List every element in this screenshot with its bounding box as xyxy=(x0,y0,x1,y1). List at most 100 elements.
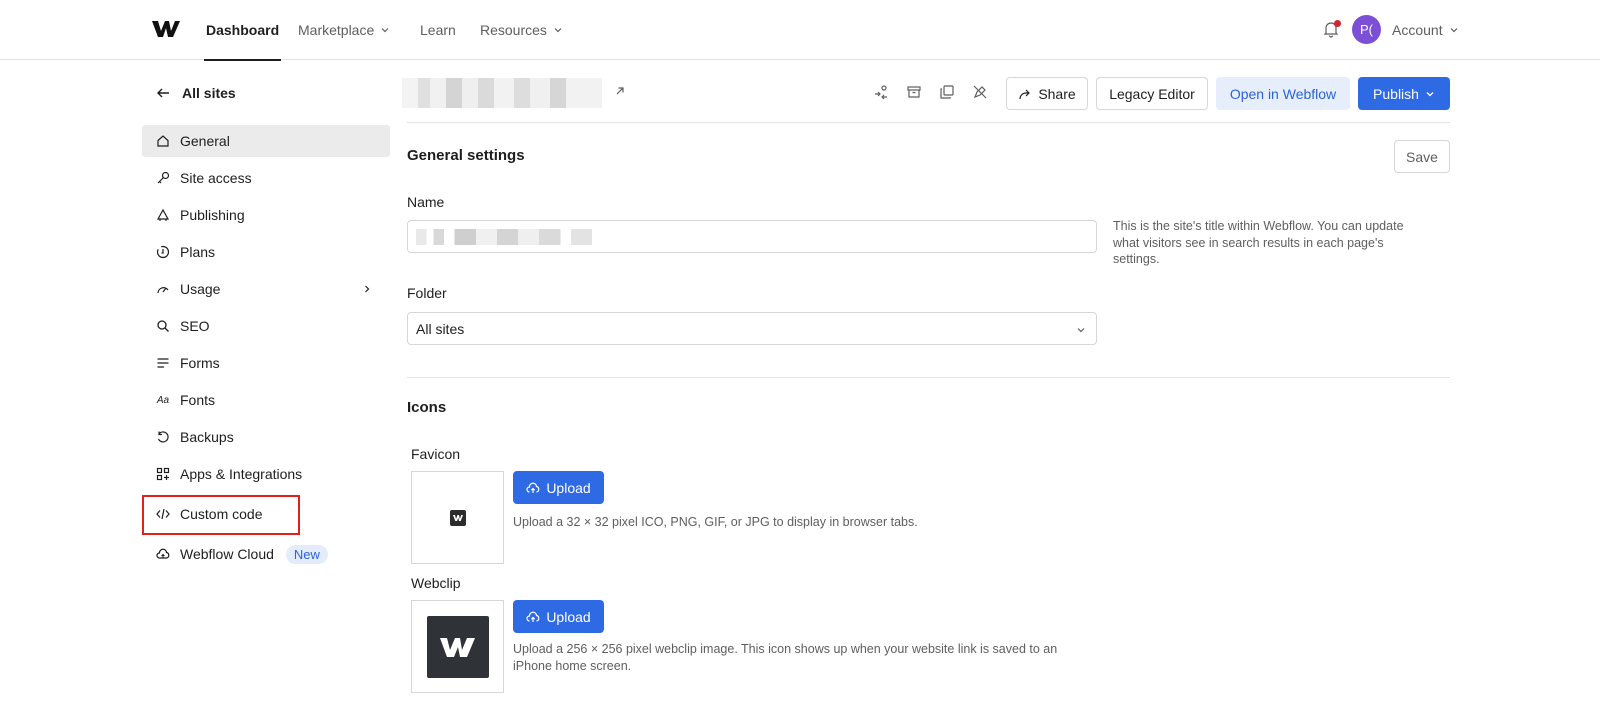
sidebar-item-fonts[interactable]: Aa Fonts xyxy=(142,384,390,416)
chevron-right-icon xyxy=(365,285,370,293)
apps-icon xyxy=(156,467,170,481)
all-sites-label: All sites xyxy=(182,85,236,101)
share-label: Share xyxy=(1038,85,1076,102)
backup-icon xyxy=(156,430,170,444)
sidebar-item-label: Forms xyxy=(180,355,220,371)
account-menu[interactable]: Account xyxy=(1392,0,1459,60)
notification-dot xyxy=(1334,20,1341,27)
cloud-publish-icon xyxy=(156,208,170,222)
webclip-preview xyxy=(411,600,504,693)
avatar[interactable]: P( xyxy=(1352,15,1381,44)
open-in-webflow-button[interactable]: Open in Webflow xyxy=(1216,77,1350,110)
name-field[interactable] xyxy=(407,220,1097,253)
upload-icon xyxy=(526,611,540,622)
sidebar-item-label: Backups xyxy=(180,429,234,445)
name-help-text: This is the site's title within Webflow.… xyxy=(1113,219,1404,266)
save-button[interactable]: Save xyxy=(1394,140,1450,173)
chevron-down-icon xyxy=(381,28,389,33)
share-icon xyxy=(1019,89,1031,99)
folder-select[interactable]: All sites xyxy=(407,312,1097,345)
sidebar-item-usage[interactable]: Usage xyxy=(142,273,390,305)
site-title-redacted xyxy=(402,78,602,108)
webflow-logo-icon xyxy=(440,638,475,657)
arrow-left-icon xyxy=(157,88,169,98)
section-divider xyxy=(407,377,1450,378)
upload-icon xyxy=(526,482,540,493)
webflow-logo-icon xyxy=(453,515,463,521)
share-button[interactable]: Share xyxy=(1006,77,1088,110)
folder-value: All sites xyxy=(416,320,465,337)
sidebar-item-forms[interactable]: Forms xyxy=(142,347,390,379)
favicon-image xyxy=(450,510,466,526)
favicon-upload-button[interactable]: Upload xyxy=(513,471,604,504)
sidebar-item-label: Fonts xyxy=(180,392,216,408)
sidebar-item-webflow-cloud[interactable]: Webflow Cloud New xyxy=(142,538,390,570)
cloud-icon xyxy=(156,547,170,561)
external-link-icon[interactable] xyxy=(614,85,626,97)
sidebar-item-apps-integrations[interactable]: Apps & Integrations xyxy=(142,458,390,490)
nav-resources[interactable]: Resources xyxy=(480,0,563,60)
gauge-icon xyxy=(156,282,170,296)
sidebar-item-seo[interactable]: SEO xyxy=(142,310,390,342)
forms-icon xyxy=(156,356,170,370)
sidebar-item-label: SEO xyxy=(180,318,210,334)
nav-learn[interactable]: Learn xyxy=(420,0,456,60)
archive-icon[interactable] xyxy=(906,84,922,100)
publish-button[interactable]: Publish xyxy=(1358,77,1450,110)
favicon-label: Favicon xyxy=(411,446,461,462)
folder-label: Folder xyxy=(407,285,447,301)
publish-label: Publish xyxy=(1373,85,1419,102)
chevron-down-icon xyxy=(1450,28,1458,33)
key-icon xyxy=(156,171,170,185)
sidebar-item-plans[interactable]: Plans xyxy=(142,236,390,268)
open-in-webflow-label: Open in Webflow xyxy=(1229,85,1337,102)
save-label: Save xyxy=(1406,148,1438,165)
legacy-editor-label: Legacy Editor xyxy=(1109,85,1195,102)
nav-dashboard[interactable]: Dashboard xyxy=(204,0,282,61)
webclip-upload-button[interactable]: Upload xyxy=(513,600,604,633)
sidebar-item-general[interactable]: General xyxy=(142,125,390,157)
home-icon xyxy=(156,134,170,148)
custom-code-highlight xyxy=(142,495,300,535)
toolbar-divider xyxy=(407,122,1450,123)
name-value-redacted xyxy=(416,229,592,245)
general-settings-title: General settings xyxy=(407,147,525,164)
search-icon xyxy=(156,319,170,333)
sidebar-item-label: Webflow Cloud xyxy=(180,546,274,562)
nav-resources-label: Resources xyxy=(480,22,547,38)
webclip-label: Webclip xyxy=(411,575,461,591)
sidebar-item-site-access[interactable]: Site access xyxy=(142,162,390,194)
design-off-icon[interactable] xyxy=(972,84,988,100)
account-label: Account xyxy=(1392,22,1443,38)
new-badge: New xyxy=(285,544,328,564)
nav-dashboard-label: Dashboard xyxy=(206,21,280,38)
sidebar-item-label: General xyxy=(180,133,230,149)
chevron-down-icon xyxy=(1426,91,1434,96)
sidebar-item-publishing[interactable]: Publishing xyxy=(142,199,390,231)
transfer-icon[interactable] xyxy=(873,84,889,100)
legacy-editor-button[interactable]: Legacy Editor xyxy=(1096,77,1208,110)
nav-marketplace[interactable]: Marketplace xyxy=(298,0,390,60)
webclip-description-line-2: iPhone home screen. xyxy=(513,659,632,673)
all-sites-link[interactable]: All sites xyxy=(156,82,236,104)
chevron-down-icon xyxy=(1077,328,1085,333)
favicon-upload-label: Upload xyxy=(546,479,591,496)
chevron-down-icon xyxy=(554,28,562,33)
fonts-icon: Aa xyxy=(156,394,170,406)
plans-icon xyxy=(156,245,170,259)
nav-marketplace-label: Marketplace xyxy=(298,22,375,38)
webflow-logo-icon[interactable] xyxy=(152,19,180,39)
webclip-image xyxy=(427,616,489,678)
nav-learn-label: Learn xyxy=(420,22,456,38)
sidebar-item-backups[interactable]: Backups xyxy=(142,421,390,453)
duplicate-icon[interactable] xyxy=(939,84,955,100)
sidebar-item-label: Publishing xyxy=(180,207,245,223)
icons-title: Icons xyxy=(407,399,447,416)
name-label: Name xyxy=(407,194,445,210)
sidebar-item-label: Plans xyxy=(180,244,216,260)
webclip-upload-label: Upload xyxy=(546,608,591,625)
sidebar-item-label: Usage xyxy=(180,281,221,297)
sidebar-item-label: Site access xyxy=(180,170,252,186)
webclip-description-line-1: Upload a 256 × 256 pixel webclip image. … xyxy=(513,642,1058,656)
sidebar-item-label: Apps & Integrations xyxy=(180,466,303,482)
